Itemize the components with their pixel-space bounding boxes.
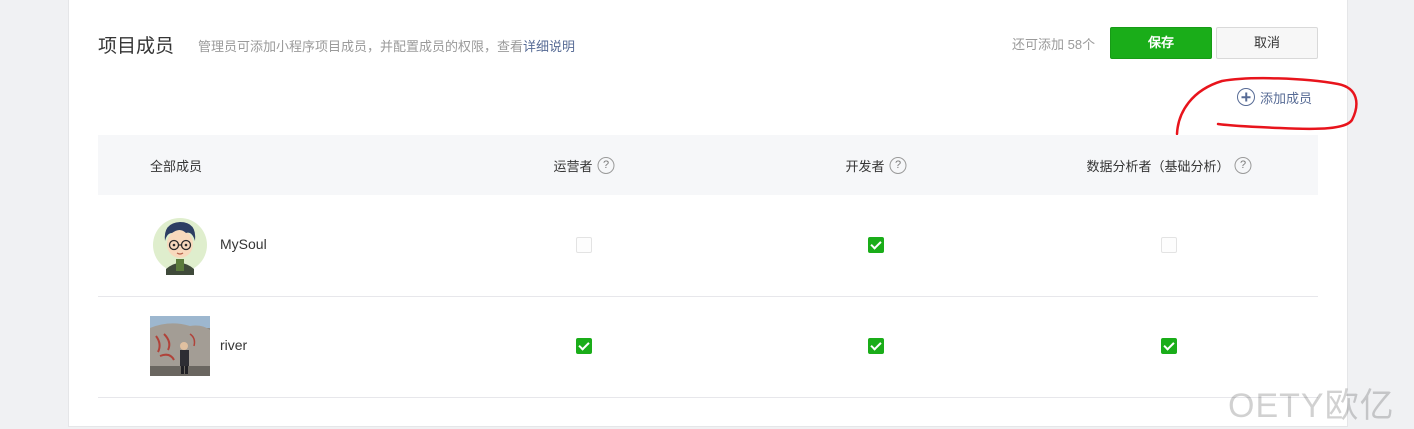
column-operator-label: 运营者: [553, 158, 593, 174]
operator-checkbox[interactable]: [576, 338, 592, 354]
member-name: river: [220, 337, 248, 353]
add-member-label: 添加成员: [1260, 90, 1313, 106]
column-analyst-label: 数据分析者（基础分析）: [1086, 158, 1230, 174]
table-row: MySoul: [98, 195, 1318, 297]
column-developer: 开发者 ?: [845, 135, 907, 195]
table-row: river: [98, 296, 1318, 398]
analyst-checkbox[interactable]: [1161, 237, 1177, 253]
page-title: 项目成员: [98, 36, 175, 57]
column-developer-label: 开发者: [845, 158, 885, 174]
add-member-button[interactable]: 添加成员: [1237, 87, 1312, 107]
cancel-button[interactable]: 取消: [1216, 27, 1318, 59]
remaining-quota: 还可添加 58个: [1012, 37, 1096, 52]
column-analyst: 数据分析者（基础分析） ?: [1086, 135, 1252, 195]
analyst-help-icon[interactable]: ?: [1234, 156, 1252, 174]
operator-help-icon[interactable]: ?: [597, 156, 615, 174]
description-text: 管理员可添加小程序项目成员，并配置成员的权限，查看: [198, 39, 524, 54]
member-name: MySoul: [220, 236, 267, 252]
page-description: 管理员可添加小程序项目成员，并配置成员的权限，查看详细说明: [198, 36, 575, 55]
analyst-checkbox[interactable]: [1161, 338, 1177, 354]
save-button[interactable]: 保存: [1110, 27, 1212, 59]
developer-help-icon[interactable]: ?: [889, 156, 907, 174]
column-all-members: 全部成员: [150, 158, 203, 174]
avatar: [150, 316, 210, 376]
members-table-header: 全部成员 运营者 ? 开发者 ? 数据分析者（基础分析） ?: [98, 135, 1318, 195]
avatar: [150, 215, 210, 275]
details-link[interactable]: 详细说明: [523, 39, 575, 54]
developer-checkbox[interactable]: [868, 237, 884, 253]
developer-checkbox[interactable]: [868, 338, 884, 354]
operator-checkbox[interactable]: [576, 237, 592, 253]
add-circle-icon: [1237, 88, 1255, 106]
column-operator: 运营者 ?: [553, 135, 615, 195]
